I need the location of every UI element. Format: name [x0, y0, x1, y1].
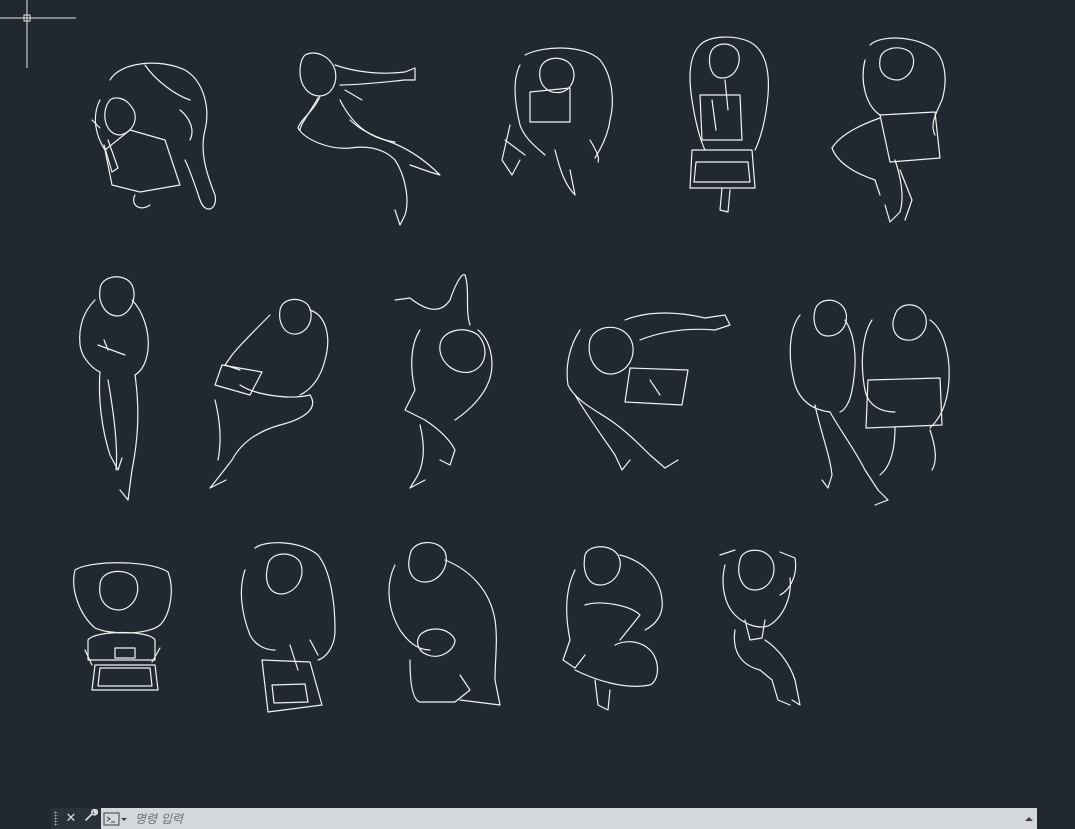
command-line-bar: ✕ [51, 808, 1037, 829]
drawing-canvas[interactable] [0, 0, 1075, 829]
person-standing-writing[interactable] [79, 276, 149, 501]
person-sitting-with-tablet[interactable] [209, 298, 329, 489]
command-input[interactable] [131, 809, 1021, 828]
command-input-area [101, 808, 1037, 829]
person-kneeling[interactable] [388, 542, 501, 706]
grip-handle[interactable] [51, 808, 61, 829]
person-sitting-cross-legged[interactable] [297, 52, 441, 226]
person-kneeling-box[interactable] [91, 62, 217, 210]
close-icon[interactable]: ✕ [61, 808, 81, 829]
person-sitting-reading-paper[interactable] [501, 47, 613, 196]
person-sitting-holding-folder[interactable] [831, 37, 946, 223]
person-reclining-arm-raised[interactable] [566, 312, 731, 471]
person-sitting-cross-legged-2[interactable] [562, 546, 663, 711]
triangle-up-icon[interactable] [1021, 808, 1037, 829]
person-at-desk-laptop[interactable] [73, 562, 172, 691]
two-people-sitting[interactable] [789, 299, 950, 506]
command-prompt-icon[interactable] [101, 808, 131, 829]
person-sitting-with-laptop[interactable] [240, 542, 336, 713]
people-blocks-drawing [73, 36, 950, 713]
person-leaning-waving[interactable] [394, 273, 493, 489]
person-standing-hands-behind-head[interactable] [719, 549, 801, 706]
person-standing-laptop[interactable] [689, 36, 770, 213]
wrench-icon[interactable] [81, 808, 101, 829]
